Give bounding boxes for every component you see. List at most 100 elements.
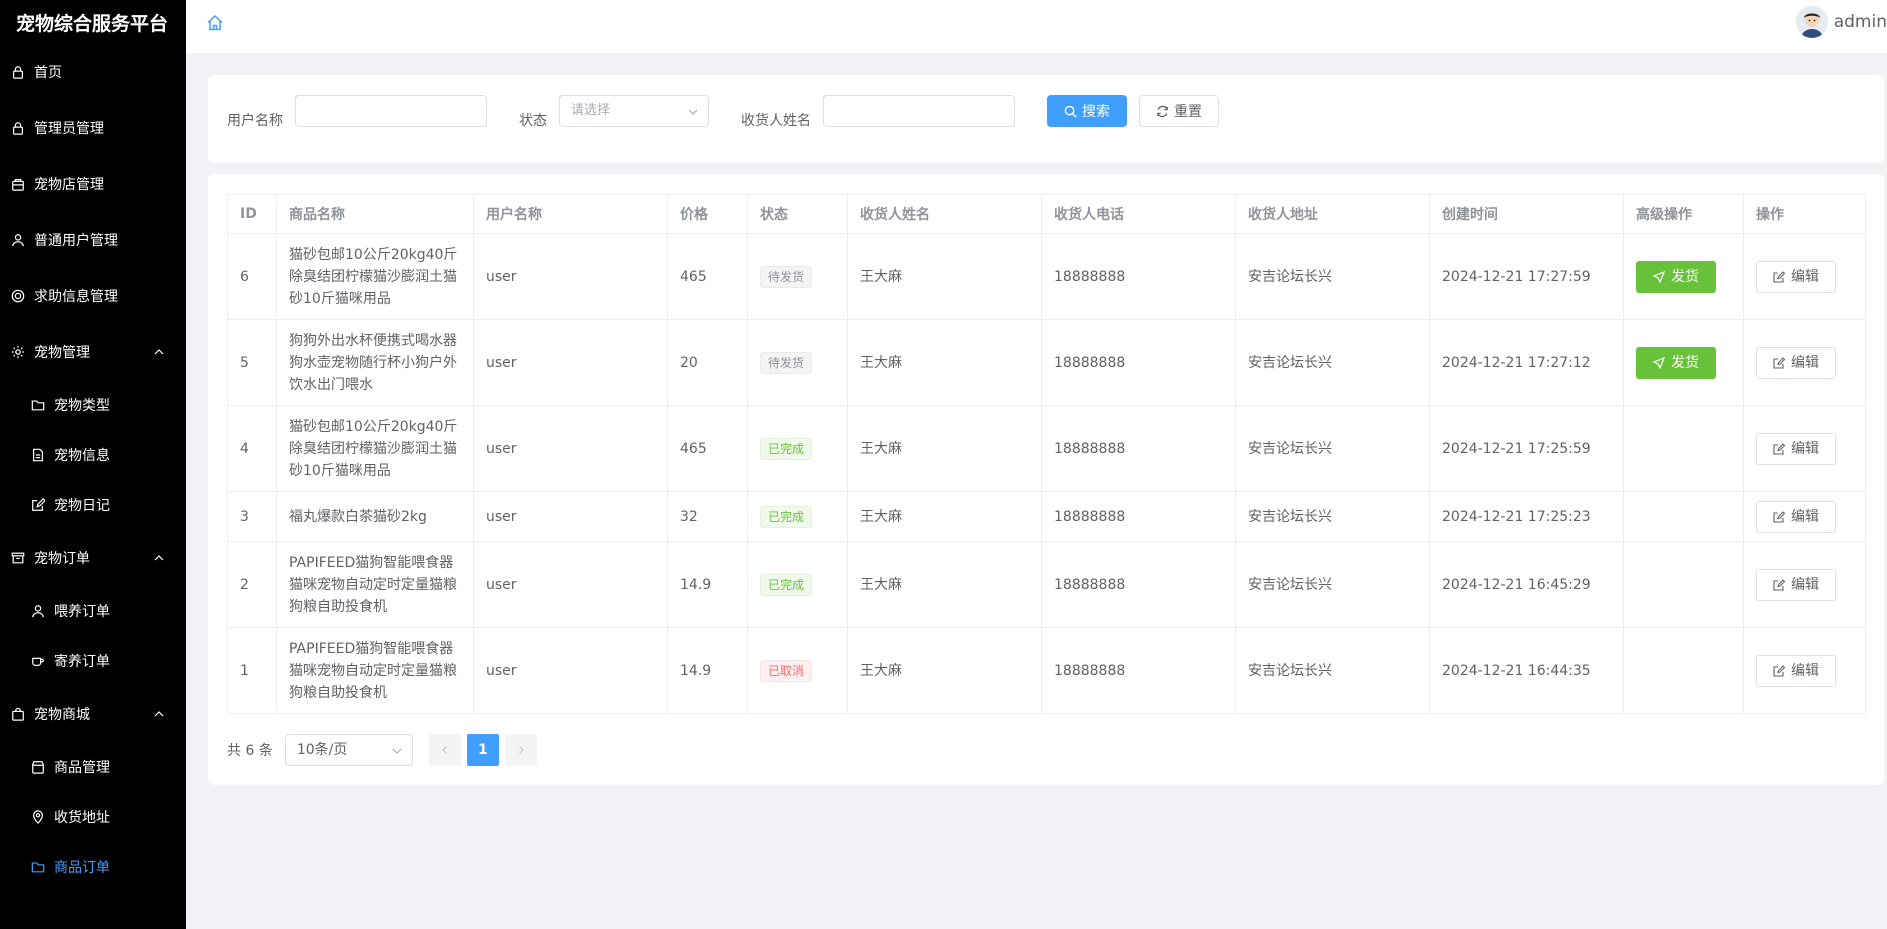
sidebar-item-product-management[interactable]: 商品管理	[0, 742, 186, 792]
cell-created: 2024-12-21 16:45:29	[1429, 541, 1624, 628]
cell-phone: 18888888	[1041, 627, 1236, 714]
cell-status: 已取消	[747, 627, 848, 714]
ship-button[interactable]: 发货	[1636, 346, 1716, 379]
orders-table: ID 商品名称 用户名称 价格 状态 收货人姓名 收货人电话 收货人地址 创建时…	[227, 194, 1866, 714]
cell-product: 福丸爆款白茶猫砂2kg	[276, 491, 474, 542]
col-header-address: 收货人地址	[1235, 194, 1430, 234]
shop-icon	[30, 759, 46, 775]
refresh-icon	[1157, 105, 1168, 117]
sidebar-item-pet-mall[interactable]: 宠物商城	[0, 686, 186, 742]
edit-button[interactable]: 编辑	[1756, 568, 1836, 601]
col-header-status: 状态	[747, 194, 848, 234]
table-row: 2 PAPIFEED猫狗智能喂食器猫咪宠物自动定时定量猫粮狗粮自助投食机 use…	[227, 541, 1866, 628]
sidebar: 宠物综合服务平台 首页 管理员管理 宠物店管理 普通用户管理 求助信息管理 宠物…	[0, 0, 186, 929]
chevron-left-icon	[441, 746, 447, 754]
col-header-advanced: 高级操作	[1623, 194, 1744, 234]
receiver-label: 收货人姓名	[741, 113, 811, 129]
edit-icon	[1773, 664, 1785, 677]
cell-created: 2024-12-21 17:27:59	[1429, 233, 1624, 320]
chevron-down-icon	[392, 748, 402, 754]
sidebar-item-label: 求助信息管理	[34, 289, 118, 305]
search-button[interactable]: 搜索	[1047, 95, 1127, 127]
sidebar-item-label: 宠物管理	[34, 345, 90, 361]
edit-button[interactable]: 编辑	[1756, 346, 1836, 379]
username-label: 用户名称	[227, 113, 283, 129]
cell-id: 2	[227, 541, 277, 628]
user-menu[interactable]: admin	[1795, 6, 1887, 38]
edit-icon	[30, 497, 46, 513]
cell-created: 2024-12-21 17:25:23	[1429, 491, 1624, 542]
sidebar-item-help[interactable]: 求助信息管理	[0, 268, 186, 324]
status-badge: 待发货	[760, 265, 813, 288]
sidebar-item-petshop[interactable]: 宠物店管理	[0, 156, 186, 212]
cell-actions: 编辑	[1743, 319, 1866, 406]
sidebar-item-home[interactable]: 首页	[0, 44, 186, 100]
cell-phone: 18888888	[1041, 491, 1236, 542]
sidebar-item-admin[interactable]: 管理员管理	[0, 100, 186, 156]
reset-button[interactable]: 重置	[1139, 95, 1219, 127]
sidebar-item-pet-types[interactable]: 宠物类型	[0, 380, 186, 430]
help-icon	[10, 288, 26, 304]
shop-icon	[10, 176, 26, 192]
edit-icon	[1773, 578, 1785, 591]
col-header-product: 商品名称	[276, 194, 474, 234]
sidebar-item-pet-management[interactable]: 宠物管理	[0, 324, 186, 380]
top-header: admin	[186, 0, 1887, 53]
receiver-input[interactable]	[823, 95, 1015, 127]
page-number-button[interactable]: 1	[466, 734, 499, 766]
home-icon[interactable]	[206, 14, 224, 32]
cell-actions: 编辑	[1743, 405, 1866, 492]
sidebar-item-pet-info[interactable]: 宠物信息	[0, 430, 186, 480]
status-label: 状态	[519, 113, 547, 129]
sidebar-item-label: 宠物信息	[54, 448, 110, 464]
cell-address: 安吉论坛长兴	[1235, 541, 1430, 628]
sidebar-item-product-orders[interactable]: 商品订单	[0, 842, 186, 892]
status-badge: 已完成	[760, 573, 813, 596]
cell-product: 猫砂包邮10公斤20kg40斤除臭结团柠檬猫沙膨润土猫砂10斤猫咪用品	[276, 405, 474, 492]
prev-page-button[interactable]	[428, 734, 461, 766]
search-panel: 用户名称 状态 请选择 收货人姓名 搜索 重置	[208, 75, 1884, 163]
search-icon	[1064, 105, 1077, 118]
status-select[interactable]: 请选择	[559, 95, 709, 127]
cell-advanced	[1623, 405, 1744, 492]
next-page-button[interactable]	[504, 734, 537, 766]
edit-button-label: 编辑	[1791, 440, 1819, 457]
cell-user: user	[473, 541, 668, 628]
cell-created: 2024-12-21 17:25:59	[1429, 405, 1624, 492]
status-placeholder: 请选择	[571, 103, 611, 118]
edit-button-label: 编辑	[1791, 354, 1819, 371]
sidebar-item-users[interactable]: 普通用户管理	[0, 212, 186, 268]
username-input[interactable]	[295, 95, 487, 127]
sidebar-item-label: 宠物日记	[54, 498, 110, 514]
edit-button[interactable]: 编辑	[1756, 432, 1836, 465]
cell-id: 1	[227, 627, 277, 714]
cell-receiver: 王大麻	[847, 627, 1042, 714]
lock-icon	[10, 120, 26, 136]
edit-button-label: 编辑	[1791, 576, 1819, 593]
edit-button[interactable]: 编辑	[1756, 260, 1836, 293]
cell-product: PAPIFEED猫狗智能喂食器猫咪宠物自动定时定量猫粮狗粮自助投食机	[276, 627, 474, 714]
cell-address: 安吉论坛长兴	[1235, 405, 1430, 492]
table-row: 6 猫砂包邮10公斤20kg40斤除臭结团柠檬猫沙膨润土猫砂10斤猫咪用品 us…	[227, 233, 1866, 320]
sidebar-item-pet-diary[interactable]: 宠物日记	[0, 480, 186, 530]
table-row: 4 猫砂包邮10公斤20kg40斤除臭结团柠檬猫沙膨润土猫砂10斤猫咪用品 us…	[227, 405, 1866, 492]
edit-button[interactable]: 编辑	[1756, 654, 1836, 687]
cell-phone: 18888888	[1041, 405, 1236, 492]
edit-button[interactable]: 编辑	[1756, 500, 1836, 533]
cell-receiver: 王大麻	[847, 405, 1042, 492]
ship-button[interactable]: 发货	[1636, 260, 1716, 293]
sidebar-item-pet-orders[interactable]: 宠物订单	[0, 530, 186, 586]
edit-icon	[1773, 270, 1785, 283]
cell-address: 安吉论坛长兴	[1235, 233, 1430, 320]
total-count: 共 6 条	[227, 743, 273, 759]
page-size-select[interactable]: 10条/页	[284, 734, 413, 766]
sidebar-item-feeding-orders[interactable]: 喂养订单	[0, 586, 186, 636]
sidebar-item-shipping-address[interactable]: 收货地址	[0, 792, 186, 842]
ship-button-label: 发货	[1671, 268, 1699, 285]
chevron-up-icon	[154, 555, 164, 561]
page-size-value: 10条/页	[296, 742, 348, 758]
cell-user: user	[473, 319, 668, 406]
edit-button-label: 编辑	[1791, 662, 1819, 679]
sidebar-item-boarding-orders[interactable]: 寄养订单	[0, 636, 186, 686]
user-icon	[10, 232, 26, 248]
